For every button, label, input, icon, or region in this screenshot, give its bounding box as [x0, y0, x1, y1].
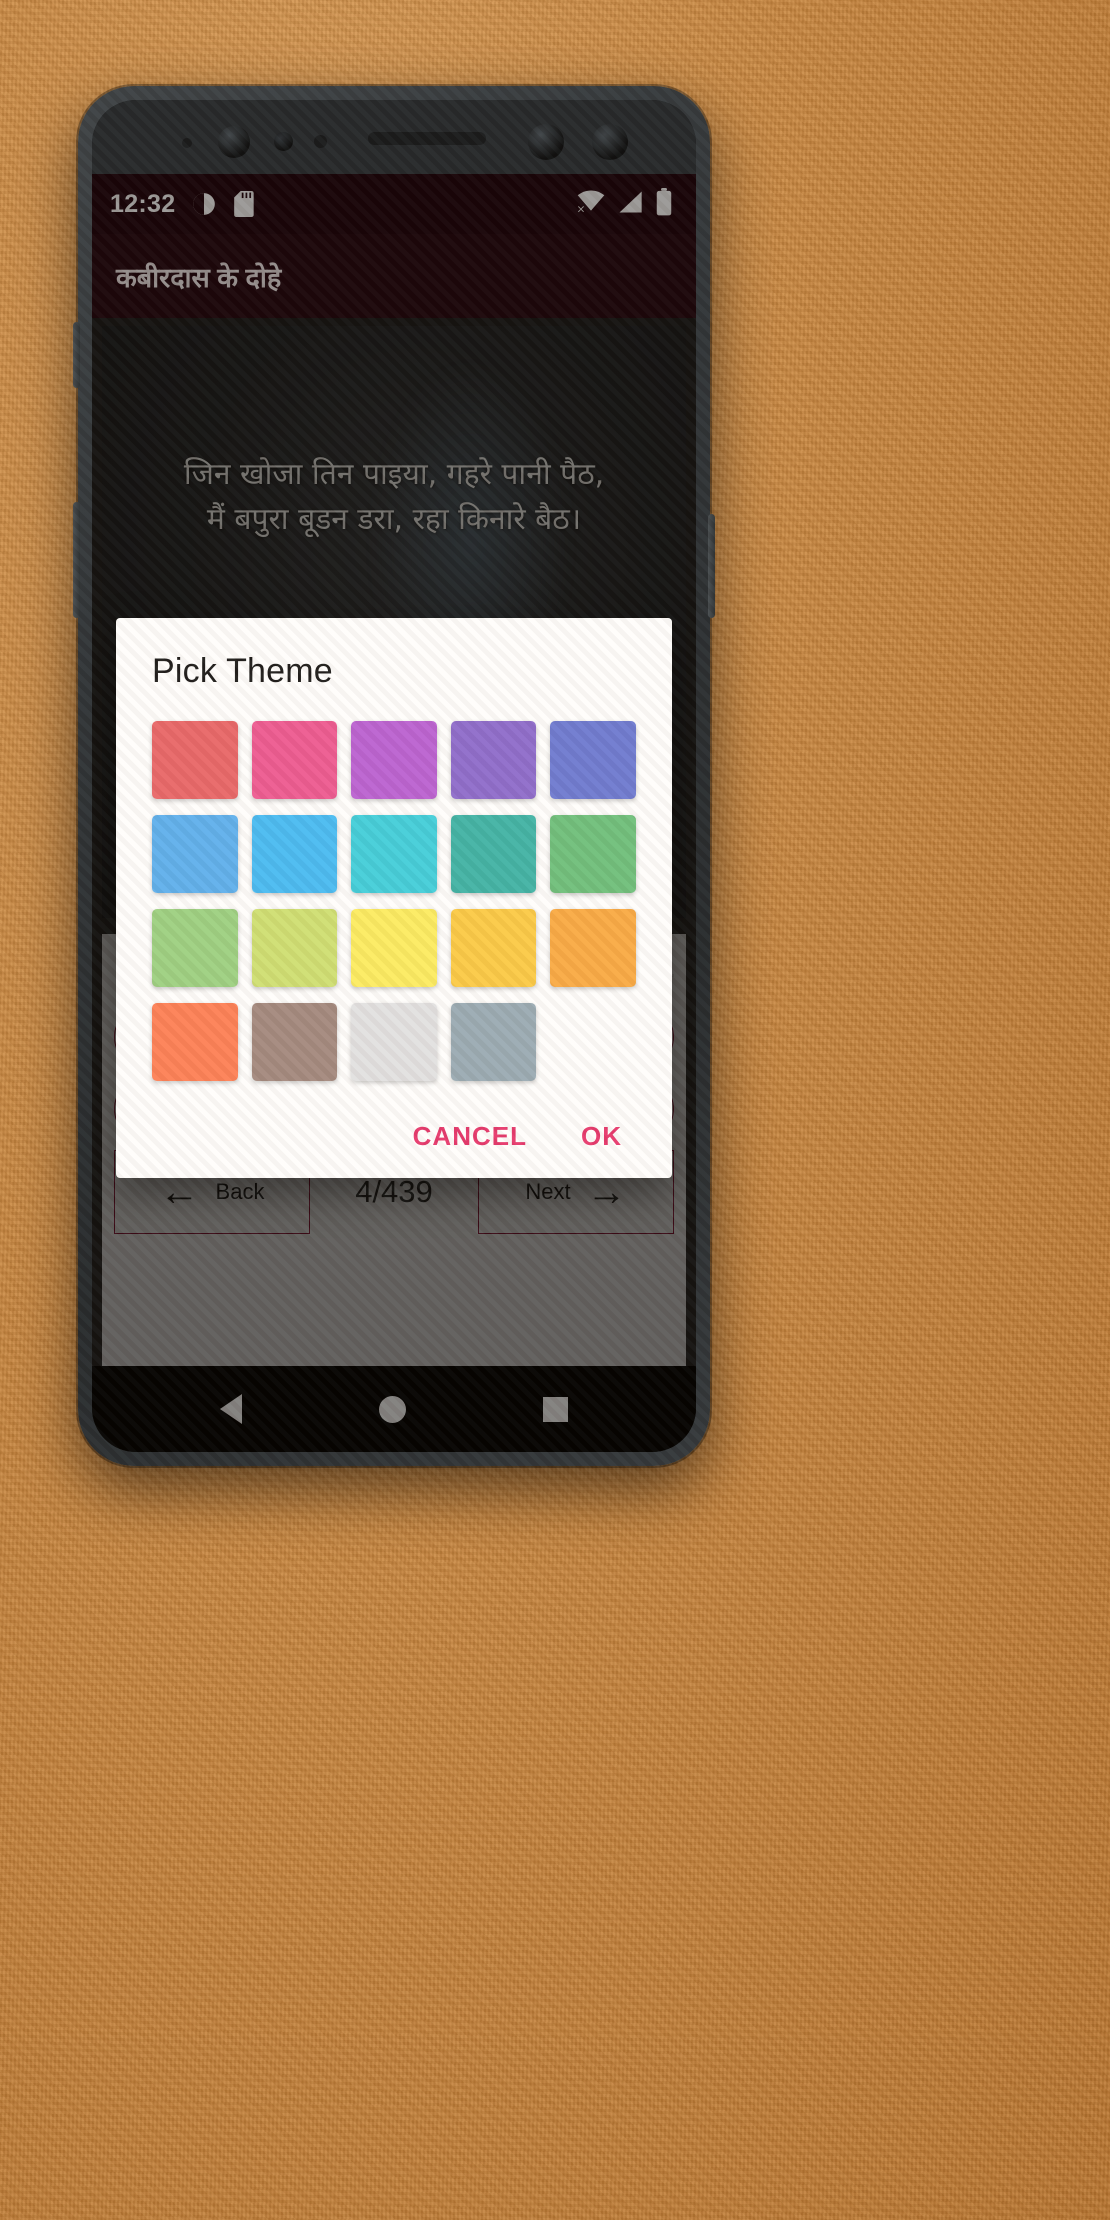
iris-scanner-icon [528, 124, 564, 160]
volume-down-button[interactable] [73, 502, 80, 618]
theme-swatch[interactable] [550, 909, 636, 987]
theme-swatch[interactable] [251, 1003, 338, 1081]
theme-swatch[interactable] [152, 721, 238, 799]
theme-swatch-empty [550, 1003, 636, 1081]
theme-swatch[interactable] [351, 721, 437, 799]
theme-swatch[interactable] [351, 1003, 437, 1081]
device-top-bezel [92, 100, 696, 174]
phone-device: 12:32 × कबीरदास के दोहे जिन खोजा तिन पाइ… [73, 86, 715, 1466]
screen: 12:32 × कबीरदास के दोहे जिन खोजा तिन पाइ… [92, 174, 696, 1452]
theme-swatch[interactable] [351, 815, 437, 893]
theme-swatch[interactable] [251, 721, 338, 799]
earpiece-speaker [368, 132, 486, 145]
pick-theme-dialog: Pick Theme CANCEL OK [116, 618, 672, 1178]
secondary-camera-icon [592, 124, 628, 160]
theme-swatch[interactable] [550, 721, 636, 799]
volume-up-button[interactable] [73, 322, 80, 388]
theme-swatch[interactable] [351, 909, 437, 987]
cancel-button[interactable]: CANCEL [413, 1121, 527, 1152]
wallpaper-backdrop: 12:32 × कबीरदास के दोहे जिन खोजा तिन पाइ… [0, 0, 1110, 2220]
theme-swatch[interactable] [450, 721, 537, 799]
power-button[interactable] [708, 514, 715, 618]
theme-swatch[interactable] [152, 909, 238, 987]
dialog-title: Pick Theme [152, 652, 333, 690]
theme-swatch[interactable] [550, 815, 636, 893]
theme-swatch[interactable] [251, 815, 338, 893]
theme-swatch[interactable] [450, 1003, 537, 1081]
theme-swatch[interactable] [450, 815, 537, 893]
theme-swatch[interactable] [450, 909, 537, 987]
proximity-sensor-icon [274, 132, 293, 151]
ok-button[interactable]: OK [581, 1121, 622, 1152]
dialog-actions: CANCEL OK [152, 1121, 636, 1160]
theme-swatch[interactable] [152, 1003, 238, 1081]
ir-sensor-icon [314, 135, 327, 148]
theme-swatch[interactable] [251, 909, 338, 987]
theme-swatch[interactable] [152, 815, 238, 893]
ambient-sensor-icon [182, 138, 192, 148]
phone-screen-frame: 12:32 × कबीरदास के दोहे जिन खोजा तिन पाइ… [92, 100, 696, 1452]
front-camera-icon [218, 126, 250, 158]
theme-swatch-grid [152, 721, 636, 1081]
